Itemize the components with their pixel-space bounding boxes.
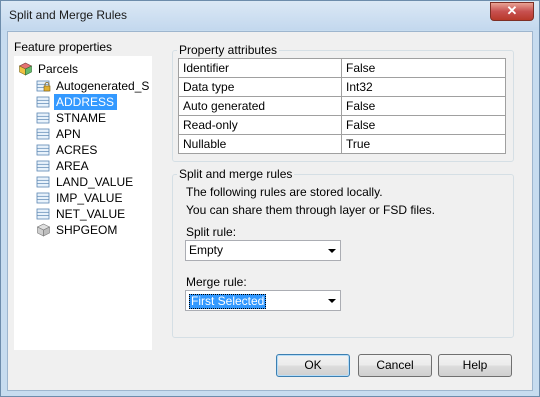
tree-item-field[interactable]: Autogenerated_S xyxy=(36,78,150,94)
tree-item-field[interactable]: STNAME xyxy=(36,110,150,126)
tree-item-label: SHPGEOM xyxy=(56,223,118,237)
field-icon xyxy=(36,127,51,141)
dialog-window: Split and Merge Rules ✕ Feature properti… xyxy=(0,0,540,397)
property-grid: Identifier False Data type Int32 Auto genera… xyxy=(178,58,506,154)
locked-field-icon xyxy=(36,79,51,93)
tree-item-label: IMP_VALUE xyxy=(56,191,123,205)
group-title: Property attributes xyxy=(177,43,280,57)
merge-rule-value: First Selected xyxy=(189,294,267,309)
table-row: Auto generated False xyxy=(179,97,505,116)
tree-item-label: ADDRESS xyxy=(54,94,118,110)
tree-item-field[interactable]: NET_VALUE xyxy=(36,206,150,222)
field-icon xyxy=(36,111,51,125)
help-button[interactable]: Help xyxy=(438,354,512,377)
tree-item-label: APN xyxy=(56,127,81,141)
group-title: Split and merge rules xyxy=(177,167,295,181)
split-rule-value: Empty xyxy=(189,243,224,257)
field-icon xyxy=(36,175,51,189)
title-bar[interactable]: Split and Merge Rules ✕ xyxy=(1,1,539,30)
table-row: Read-only False xyxy=(179,116,505,135)
tree-item-label: Autogenerated_S xyxy=(56,79,150,93)
table-row: Nullable True xyxy=(179,135,505,154)
tree-item-label: ACRES xyxy=(56,143,98,157)
feature-class-icon xyxy=(18,62,33,76)
property-name-cell: Nullable xyxy=(179,135,342,154)
property-name-cell: Data type xyxy=(179,78,342,97)
tree-item-label: STNAME xyxy=(56,111,107,125)
chevron-down-icon xyxy=(328,299,336,303)
tree-item-field[interactable]: LAND_VALUE xyxy=(36,174,150,190)
property-name-cell: Auto generated xyxy=(179,97,342,116)
close-icon: ✕ xyxy=(506,3,518,18)
field-icon xyxy=(36,143,51,157)
rules-storage-text: The following rules are stored locally. xyxy=(186,185,383,199)
tree-item-field[interactable]: ADDRESS xyxy=(36,94,150,110)
tree-item-label: AREA xyxy=(56,159,89,173)
property-value-cell: True xyxy=(346,137,371,151)
property-value-cell: Int32 xyxy=(346,80,373,94)
table-row: Data type Int32 xyxy=(179,78,505,97)
window-title: Split and Merge Rules xyxy=(9,8,128,22)
property-value-cell: False xyxy=(346,99,376,113)
tree-item-label: LAND_VALUE xyxy=(56,175,134,189)
tree-item-field[interactable]: IMP_VALUE xyxy=(36,190,150,206)
tree-item-field[interactable]: ACRES xyxy=(36,142,150,158)
split-rule-label: Split rule: xyxy=(186,225,237,239)
close-button[interactable]: ✕ xyxy=(490,2,534,21)
geometry-field-icon xyxy=(36,223,51,237)
split-rule-select[interactable]: Empty xyxy=(185,240,341,261)
merge-rule-label: Merge rule: xyxy=(186,275,247,289)
field-icon xyxy=(36,207,51,221)
ok-button[interactable]: OK xyxy=(276,354,350,377)
field-icon xyxy=(36,191,51,205)
tree-item-field[interactable]: SHPGEOM xyxy=(36,222,150,238)
tree-item-field[interactable]: AREA xyxy=(36,158,150,174)
feature-properties-label: Feature properties xyxy=(14,40,113,54)
rules-share-text: You can share them through layer or FSD … xyxy=(186,203,436,217)
chevron-down-icon xyxy=(328,249,336,253)
tree-item-label: Parcels xyxy=(38,62,79,76)
table-row: Identifier False xyxy=(179,59,505,78)
dialog-body: Feature properties Parcels Autogenerated… xyxy=(7,31,533,391)
cancel-button[interactable]: Cancel xyxy=(358,354,432,377)
field-icon xyxy=(36,95,51,109)
tree-item-parcels[interactable]: Parcels xyxy=(18,61,148,77)
field-icon xyxy=(36,159,51,173)
property-value-cell: False xyxy=(346,118,376,132)
feature-tree[interactable]: Parcels Autogenerated_S ADDRESS STNAME APN A… xyxy=(14,56,152,350)
tree-item-label: NET_VALUE xyxy=(56,207,126,221)
property-name-cell: Read-only xyxy=(179,116,342,135)
tree-item-field[interactable]: APN xyxy=(36,126,150,142)
property-value-cell: False xyxy=(346,61,376,75)
merge-rule-select[interactable]: First Selected xyxy=(185,290,341,311)
property-name-cell: Identifier xyxy=(179,59,342,78)
